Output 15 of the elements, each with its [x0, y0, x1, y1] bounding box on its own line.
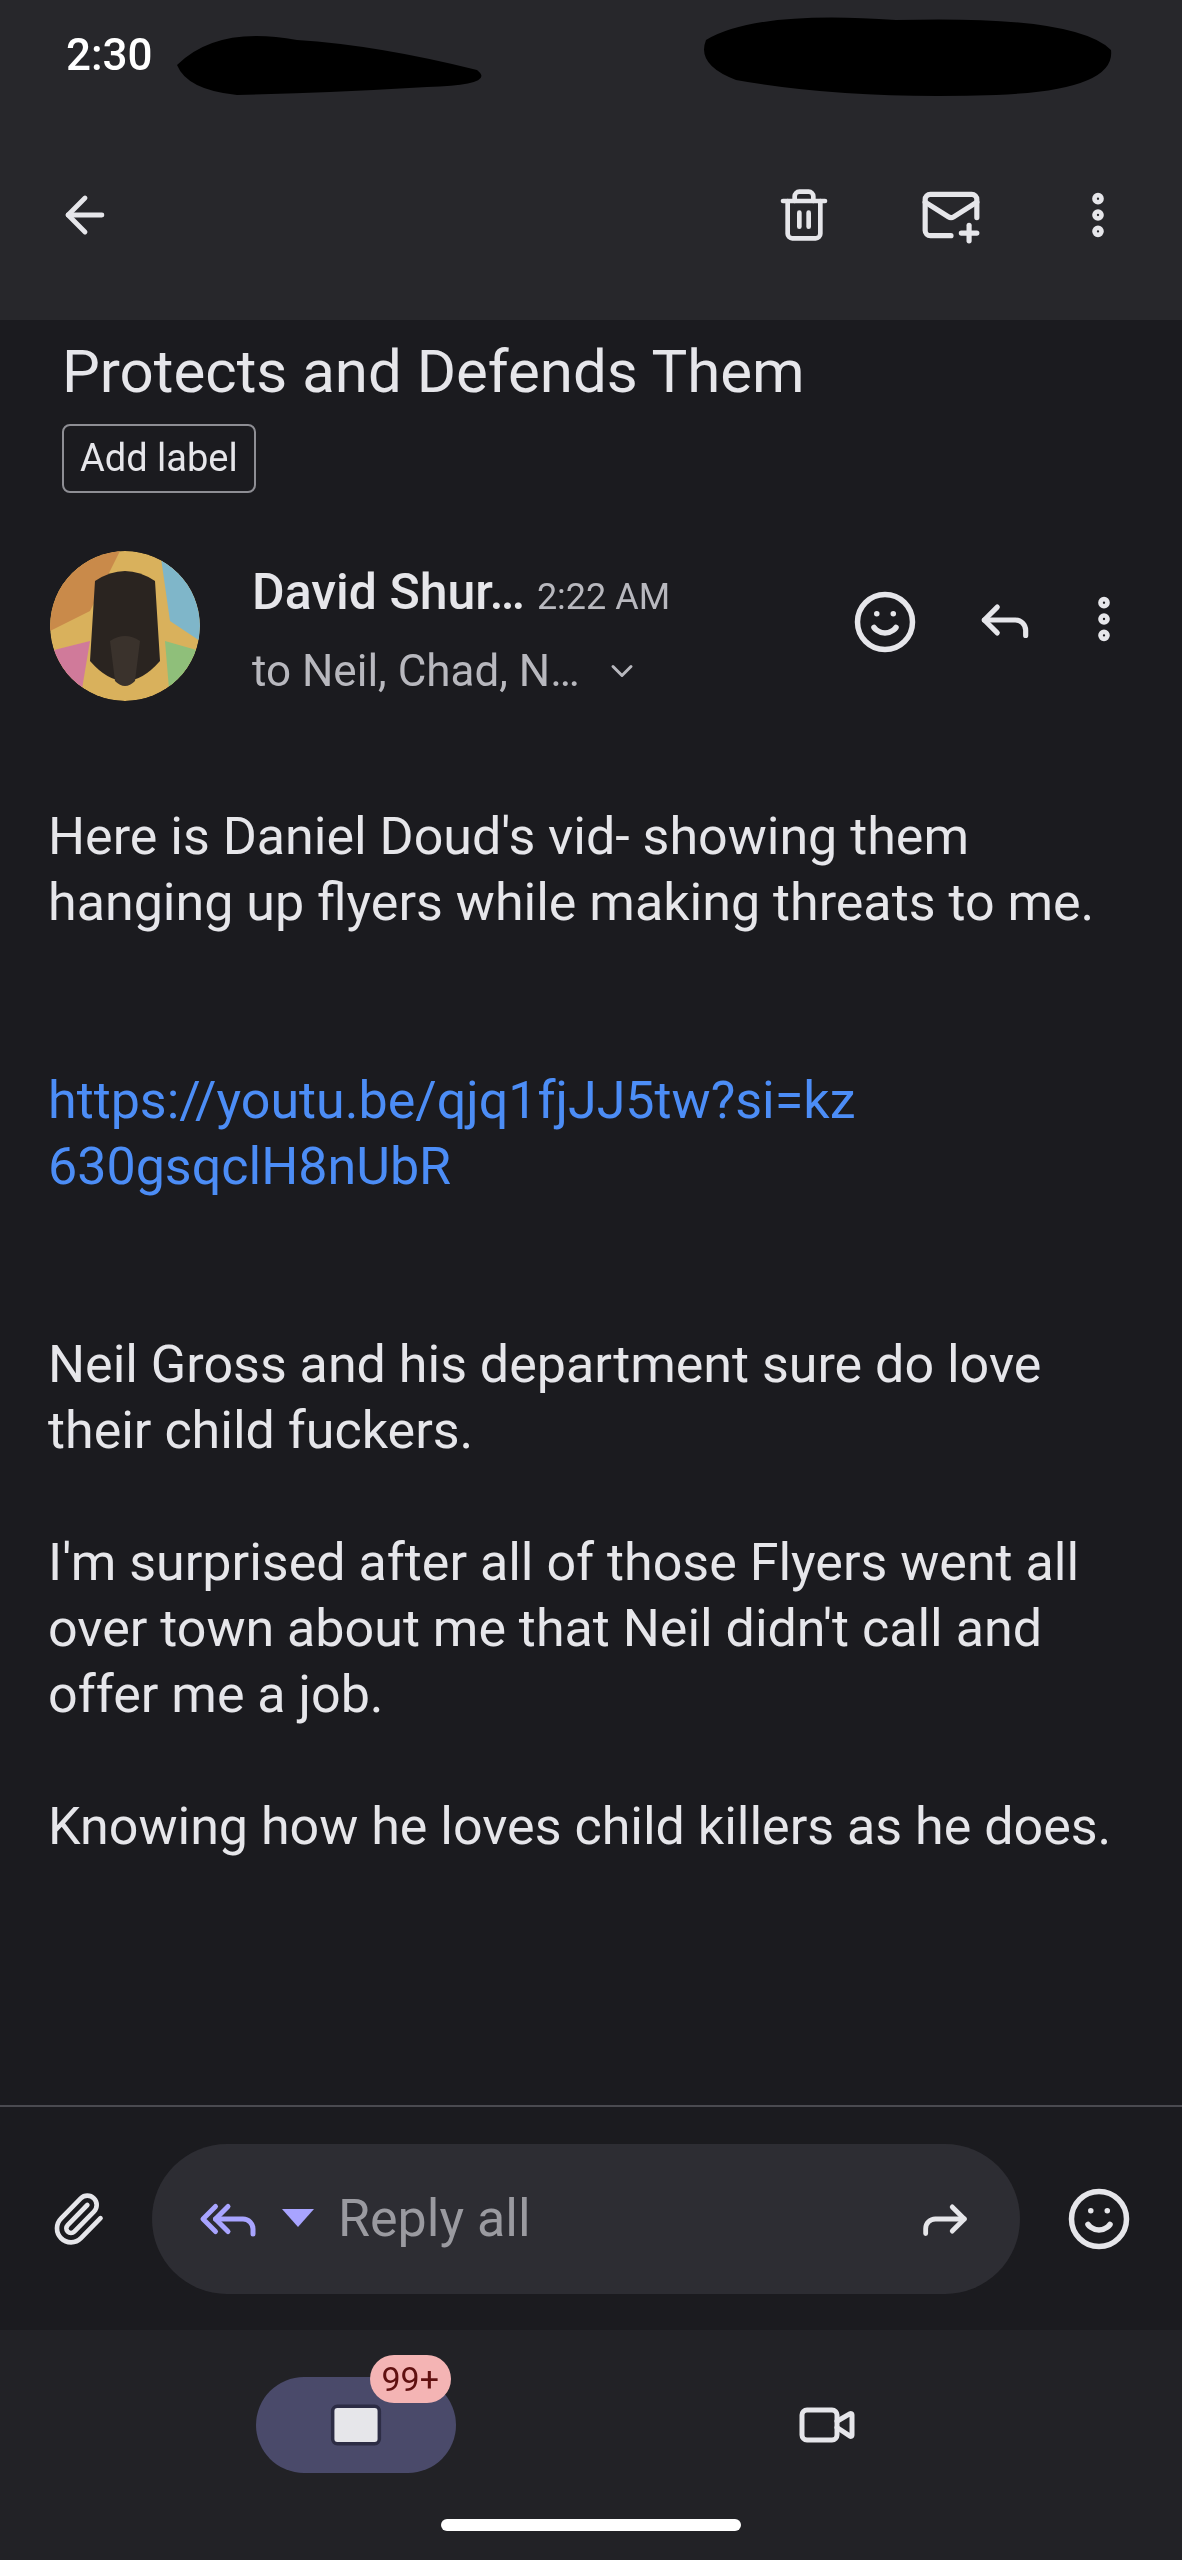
- reply-all-button[interactable]: Reply all: [152, 2143, 1020, 2294]
- unread-badge: 99+: [369, 2355, 451, 2403]
- body-paragraph: I'm surprised after all of those Flyers went all over town about me that Neil didn't call and offer me a job.: [48, 1531, 1081, 1727]
- body-paragraph: Knowing how he loves child killers as he does.: [48, 1795, 1113, 1859]
- body-paragraph: Neil Gross and his department sure do love their child fuckers.: [48, 1333, 1043, 1463]
- add-label-button[interactable]: Add label: [62, 424, 256, 493]
- subject: Protects and Defends Them: [62, 336, 806, 408]
- dropdown-icon: [282, 2208, 314, 2229]
- video-link[interactable]: https://youtu.be/qjq1fjJJ5tw?si=kz630gsqclH8nUbR: [48, 1068, 878, 1200]
- sent-time: 2:22 AM: [536, 575, 671, 620]
- body-paragraph: Here is Daniel Doud's vid- showing them hanging up flyers while making threats to me.: [48, 805, 1096, 935]
- status-time: 2:30: [66, 28, 153, 83]
- recipients: to Neil, Chad, N…: [252, 644, 580, 699]
- emoji-icon[interactable]: [852, 589, 918, 655]
- sender-name: David Shur…: [252, 562, 525, 623]
